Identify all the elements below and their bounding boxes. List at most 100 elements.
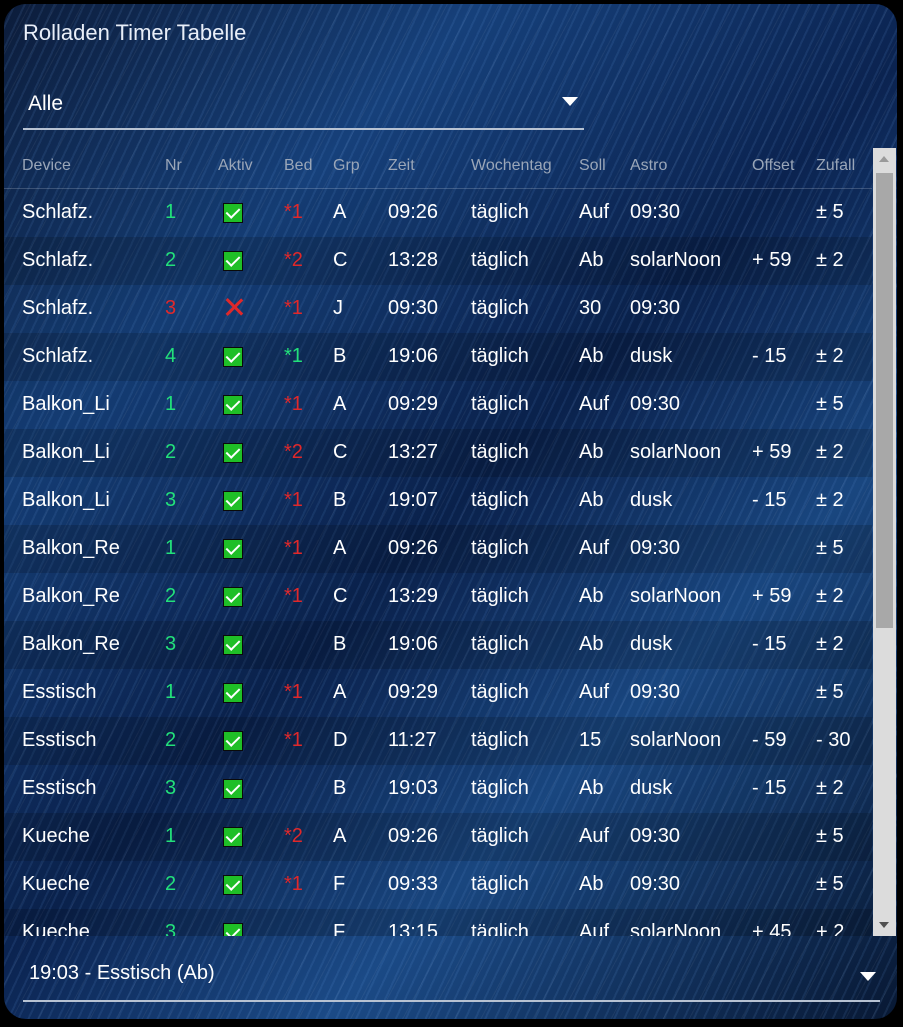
cell-astro: 09:30 <box>630 393 681 415</box>
col-header-bed[interactable]: Bed <box>284 157 312 175</box>
cell-offset: - 15 <box>752 489 787 511</box>
checkbox-checked-icon[interactable] <box>223 827 243 847</box>
caret-down-icon <box>860 972 876 981</box>
cell-offset: + 45 <box>752 921 792 936</box>
col-header-aktiv[interactable]: Aktiv <box>218 157 253 175</box>
table-row[interactable]: Balkon_Li 1 *1 A 09:29 täglich Auf 09:30 ± 5 <box>4 381 872 429</box>
cell-zufall: ± 2 <box>816 249 844 271</box>
checkbox-checked-icon[interactable] <box>223 491 243 511</box>
checkbox-checked-icon[interactable] <box>223 443 243 463</box>
table-row[interactable]: Balkon_Li 2 *2 C 13:27 täglich Ab solarNoon + 59… <box>4 429 872 477</box>
cell-bed: *1 <box>284 537 303 559</box>
cell-zeit: 09:26 <box>388 825 439 847</box>
scrollbar-thumb[interactable] <box>876 173 893 628</box>
col-header-device[interactable]: Device <box>22 157 71 175</box>
table-row[interactable]: Esstisch 3 B 19:03 täglich Ab dusk - 15 ± 2 <box>4 765 872 813</box>
cell-soll: Auf <box>579 537 610 559</box>
cell-wochentag: täglich <box>471 489 529 511</box>
checkbox-checked-icon[interactable] <box>223 251 243 271</box>
checkbox-checked-icon[interactable] <box>223 923 243 936</box>
scroll-down-arrow-icon[interactable] <box>879 922 889 928</box>
checkbox-checked-icon[interactable] <box>223 203 243 223</box>
cell-wochentag: täglich <box>471 777 529 799</box>
cell-offset: + 59 <box>752 585 792 607</box>
table-row[interactable]: Kueche 2 *1 F 09:33 täglich Ab 09:30 ± 5 <box>4 861 872 909</box>
cell-wochentag: täglich <box>471 345 529 367</box>
checkbox-checked-icon[interactable] <box>223 731 243 751</box>
table-row[interactable]: Schlafz. 3 *1 J 09:30 täglich 30 09:30 <box>4 285 872 333</box>
cross-icon[interactable] <box>223 295 245 319</box>
cell-device: Balkon_Li <box>22 393 110 415</box>
checkbox-checked-icon[interactable] <box>223 875 243 895</box>
table-row[interactable]: Balkon_Li 3 *1 B 19:07 täglich Ab dusk - 15 ± 2 <box>4 477 872 525</box>
cell-nr: 2 <box>165 873 177 895</box>
checkbox-checked-icon[interactable] <box>223 779 243 799</box>
cell-grp: C <box>333 249 348 271</box>
table-row[interactable]: Kueche 1 *2 A 09:26 täglich Auf 09:30 ± 5 <box>4 813 872 861</box>
cell-astro: dusk <box>630 633 673 655</box>
cell-zeit: 13:27 <box>388 441 439 463</box>
col-header-soll[interactable]: Soll <box>579 157 606 175</box>
checkbox-checked-icon[interactable] <box>223 539 243 559</box>
cell-zufall: ± 2 <box>816 441 844 463</box>
cell-grp: F <box>333 921 346 936</box>
cell-wochentag: täglich <box>471 249 529 271</box>
cell-zufall: ± 2 <box>816 489 844 511</box>
col-header-zeit[interactable]: Zeit <box>388 157 415 175</box>
cell-zufall: + 2 <box>816 921 845 936</box>
cell-astro: solarNoon <box>630 441 722 463</box>
table-row[interactable]: Schlafz. 1 *1 A 09:26 täglich Auf 09:30 ± 5 <box>4 189 872 237</box>
checkbox-checked-icon[interactable] <box>223 347 243 367</box>
table-row[interactable]: Esstisch 2 *1 D 11:27 täglich 15 solarNoon - 59 -… <box>4 717 872 765</box>
col-header-offset[interactable]: Offset <box>752 157 794 175</box>
table-row[interactable]: Schlafz. 2 *2 C 13:28 täglich Ab solarNoon + 59 ±… <box>4 237 872 285</box>
checkbox-checked-icon[interactable] <box>223 683 243 703</box>
table-row[interactable]: Schlafz. 4 *1 B 19:06 täglich Ab dusk - 15 ± 2 <box>4 333 872 381</box>
cell-nr: 3 <box>165 921 177 936</box>
cell-bed: *2 <box>284 825 303 847</box>
filter-dropdown[interactable]: Alle <box>23 82 584 130</box>
cell-zeit: 13:29 <box>388 585 439 607</box>
cell-device: Schlafz. <box>22 249 94 271</box>
cell-grp: B <box>333 777 347 799</box>
cell-zufall: ± 5 <box>816 201 844 223</box>
col-header-zufall[interactable]: Zufall <box>816 157 855 175</box>
cell-zufall: ± 5 <box>816 873 844 895</box>
col-header-grp[interactable]: Grp <box>333 157 360 175</box>
cell-astro: 09:30 <box>630 825 681 847</box>
table-row[interactable]: Balkon_Re 1 *1 A 09:26 täglich Auf 09:30 ± 5 <box>4 525 872 573</box>
selected-timer-value: 19:03 - Esstisch (Ab) <box>29 962 215 984</box>
selected-timer-dropdown[interactable]: 19:03 - Esstisch (Ab) <box>23 954 880 1002</box>
checkbox-checked-icon[interactable] <box>223 395 243 415</box>
cell-grp: B <box>333 633 347 655</box>
cell-astro: dusk <box>630 345 673 367</box>
checkbox-checked-icon[interactable] <box>223 587 243 607</box>
cell-nr: 4 <box>165 345 177 367</box>
cell-nr: 3 <box>165 297 177 319</box>
cell-zeit: 19:03 <box>388 777 439 799</box>
cell-soll: Auf <box>579 393 610 415</box>
scroll-up-arrow-icon[interactable] <box>879 156 889 162</box>
table-row[interactable]: Kueche 3 F 13:15 täglich Auf solarNoon + 45 + 2 <box>4 909 872 936</box>
timer-card: Rolladen Timer Tabelle Alle Device Nr Ak… <box>4 4 897 1019</box>
checkbox-checked-icon[interactable] <box>223 635 243 655</box>
cell-grp: A <box>333 537 347 559</box>
table-scrollbar[interactable] <box>873 148 896 936</box>
table-row[interactable]: Esstisch 1 *1 A 09:29 täglich Auf 09:30 ± 5 <box>4 669 872 717</box>
cell-nr: 3 <box>165 633 177 655</box>
cell-zufall: ± 2 <box>816 777 844 799</box>
table-row[interactable]: Balkon_Re 2 *1 C 13:29 täglich Ab solarNoon + 59… <box>4 573 872 621</box>
cell-zeit: 09:29 <box>388 681 439 703</box>
col-header-nr[interactable]: Nr <box>165 157 182 175</box>
table-row[interactable]: Balkon_Re 3 B 19:06 täglich Ab dusk - 15 ± 2 <box>4 621 872 669</box>
col-header-wochentag[interactable]: Wochentag <box>471 157 552 175</box>
cell-nr: 1 <box>165 825 177 847</box>
cell-zufall: ± 5 <box>816 393 844 415</box>
cell-nr: 3 <box>165 489 177 511</box>
cell-zeit: 13:28 <box>388 249 439 271</box>
cell-zufall: ± 5 <box>816 825 844 847</box>
cell-device: Schlafz. <box>22 297 94 319</box>
col-header-astro[interactable]: Astro <box>630 157 667 175</box>
cell-soll: Ab <box>579 777 604 799</box>
cell-astro: solarNoon <box>630 921 722 936</box>
